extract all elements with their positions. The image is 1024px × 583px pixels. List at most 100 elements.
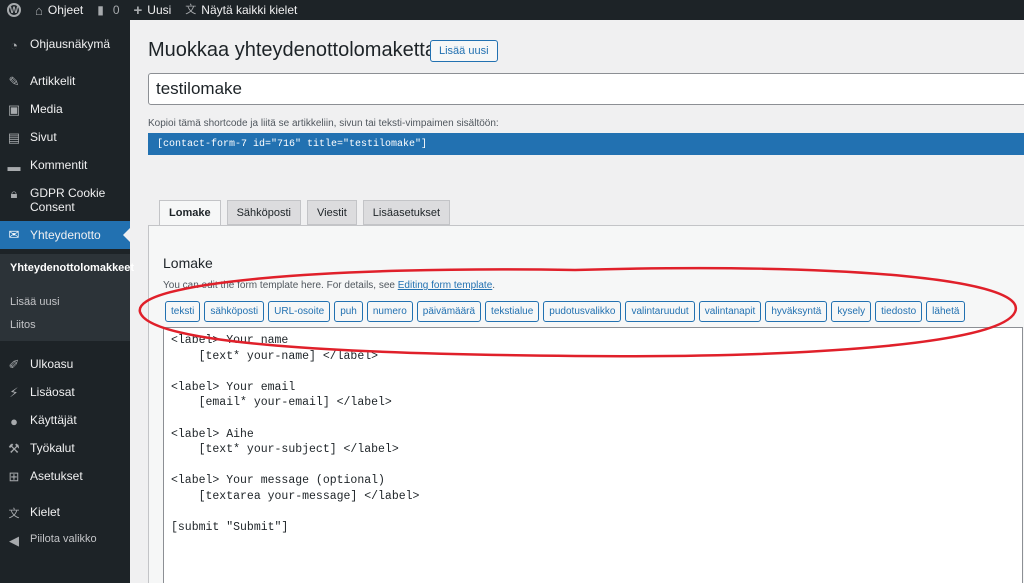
tab-additional-settings[interactable]: Lisäasetukset bbox=[362, 200, 451, 225]
sidebar-item-comments[interactable]: ▬ Kommentit bbox=[0, 158, 130, 174]
translate-icon: 文 bbox=[8, 508, 20, 520]
tag-button-number[interactable]: numero bbox=[366, 301, 413, 322]
tag-button-date[interactable]: päivämäärä bbox=[416, 301, 482, 322]
shortcode-description: Kopioi tämä shortcode ja liitä se artikk… bbox=[148, 118, 499, 129]
sidebar-item-tools[interactable]: ⚒︎ Työkalut bbox=[0, 441, 130, 457]
panel-description-end: . bbox=[492, 280, 496, 291]
template-line: <label> Your email bbox=[171, 380, 296, 394]
pin-icon: ✎ bbox=[8, 74, 20, 89]
main-content: Muokkaa yhteydenottolomaketta Lisää uusi… bbox=[130, 20, 1024, 583]
home-icon: ⌂ bbox=[35, 2, 43, 18]
sidebar-item-languages[interactable]: 文 Kielet bbox=[0, 505, 130, 521]
sidebar-item-dashboard[interactable]: ◔ Ohjausnäkymä bbox=[0, 37, 130, 53]
template-line: [text* your-name] </label> bbox=[171, 349, 379, 363]
comment-icon: ▬ bbox=[7, 158, 21, 174]
contact-submenu: Yhteydenottolomakkeet Lisää uusi Liitos bbox=[0, 254, 134, 341]
wordpress-logo-icon: W bbox=[7, 3, 21, 17]
sidebar-item-users[interactable]: ● Käyttäjät bbox=[0, 413, 130, 429]
tag-button-textarea[interactable]: tekstialue bbox=[485, 301, 540, 322]
sidebar-item-label: Piilota valikko bbox=[30, 533, 97, 545]
editing-form-template-link[interactable]: Editing form template bbox=[398, 280, 493, 291]
tag-button-checkboxes[interactable]: valintaruudut bbox=[625, 301, 695, 322]
form-panel: Lomake You can edit the form template he… bbox=[148, 225, 1024, 583]
collapse-icon: ◀ bbox=[9, 533, 19, 548]
tag-button-tel[interactable]: puh bbox=[334, 301, 363, 322]
plus-icon: + bbox=[133, 1, 143, 19]
tag-button-dropdown[interactable]: pudotusvalikko bbox=[543, 301, 622, 322]
new-content-link[interactable]: + Uusi bbox=[127, 0, 179, 20]
tag-button-email[interactable]: sähköposti bbox=[204, 301, 265, 322]
sidebar-item-label: Artikkelit bbox=[30, 74, 76, 88]
form-title-input[interactable]: testilomake bbox=[148, 73, 1024, 105]
template-line: [text* your-subject] </label> bbox=[171, 443, 399, 457]
sidebar-item-posts[interactable]: ✎ Artikkelit bbox=[0, 74, 130, 90]
show-all-languages-label: Näytä kaikki kielet bbox=[201, 3, 298, 17]
site-name-link[interactable]: ⌂ Ohjeet bbox=[28, 0, 90, 20]
show-all-languages-link[interactable]: 文 Näytä kaikki kielet bbox=[178, 0, 304, 20]
template-line: [textarea your-message] </label> bbox=[171, 489, 420, 503]
tag-button-quiz[interactable]: kysely bbox=[831, 301, 872, 322]
sidebar-item-label: Ohjausnäkymä bbox=[30, 37, 111, 51]
template-line: <label> Your name bbox=[171, 334, 289, 347]
sidebar-item-label: Media bbox=[30, 102, 63, 116]
template-line bbox=[171, 411, 1015, 427]
user-icon: ● bbox=[10, 413, 18, 429]
shortcode-field[interactable]: [contact-form-7 id="716" title="testilom… bbox=[148, 133, 1024, 155]
add-new-button[interactable]: Lisää uusi bbox=[430, 40, 498, 62]
comments-count: 0 bbox=[112, 3, 120, 17]
sidebar-item-settings[interactable]: ⊞ Asetukset bbox=[0, 469, 130, 485]
sidebar-item-label: Asetukset bbox=[30, 469, 83, 483]
template-line: <label> Your message (optional) bbox=[171, 474, 385, 488]
tag-button-file[interactable]: tiedosto bbox=[875, 301, 923, 322]
sidebar-item-plugins[interactable]: ⚡︎ Lisäosat bbox=[0, 385, 130, 401]
panel-description: You can edit the form template here. For… bbox=[163, 280, 495, 291]
editor-tabs: Lomake Sähköposti Viestit Lisäasetukset bbox=[159, 200, 451, 226]
sidebar-item-gdpr[interactable]: 🔒︎ GDPR Cookie Consent bbox=[0, 186, 130, 214]
sidebar-item-appearance[interactable]: ✐ Ulkoasu bbox=[0, 357, 130, 373]
template-line bbox=[171, 458, 1015, 474]
template-line: <label> Aihe bbox=[171, 427, 254, 441]
tab-form[interactable]: Lomake bbox=[159, 200, 221, 226]
form-template-editor[interactable]: <label> Your name [text* your-name] </la… bbox=[163, 327, 1023, 583]
submenu-item-add-new[interactable]: Lisää uusi bbox=[10, 296, 60, 308]
media-icon: ▣ bbox=[7, 102, 21, 117]
template-line: [submit "Submit"] bbox=[171, 521, 289, 535]
tab-messages[interactable]: Viestit bbox=[307, 200, 357, 225]
comments-link[interactable]: ▮ 0 bbox=[90, 0, 126, 20]
wrench-icon: ⚒︎ bbox=[8, 441, 20, 456]
mail-icon: ✉ bbox=[8, 227, 20, 242]
tab-mail[interactable]: Sähköposti bbox=[226, 200, 302, 225]
admin-bar: W ⌂ Ohjeet ▮ 0 + Uusi 文 Näytä kaikki kie… bbox=[0, 0, 1024, 20]
tag-button-submit[interactable]: lähetä bbox=[926, 301, 966, 322]
sidebar-item-label: Kielet bbox=[30, 505, 61, 519]
submenu-item-contact-forms[interactable]: Yhteydenottolomakkeet bbox=[10, 261, 134, 275]
tag-button-acceptance[interactable]: hyväksyntä bbox=[765, 301, 828, 322]
sidebar-collapse-menu[interactable]: ◀ Piilota valikko bbox=[0, 533, 130, 549]
pages-icon: ▤ bbox=[7, 130, 21, 145]
template-line: [email* your-email] </label> bbox=[171, 396, 392, 410]
sidebar-item-label: GDPR Cookie Consent bbox=[30, 186, 106, 214]
sidebar-item-label: Sivut bbox=[30, 130, 57, 144]
sidebar-item-label: Työkalut bbox=[30, 441, 75, 455]
tag-button-radio[interactable]: valintanapit bbox=[698, 301, 762, 322]
brush-icon: ✐ bbox=[8, 357, 20, 372]
sidebar-item-contact[interactable]: ✉ Yhteydenotto bbox=[0, 221, 130, 249]
sidebar-item-pages[interactable]: ▤ Sivut bbox=[0, 130, 130, 146]
sidebar-item-label: Lisäosat bbox=[30, 385, 75, 399]
plugin-icon: ⚡︎ bbox=[9, 385, 19, 400]
wordpress-logo-button[interactable]: W bbox=[0, 0, 28, 20]
sidebar-item-label: Käyttäjät bbox=[30, 413, 77, 427]
sidebar-item-media[interactable]: ▣ Media bbox=[0, 102, 130, 118]
tag-button-text[interactable]: teksti bbox=[165, 301, 201, 322]
site-name-label: Ohjeet bbox=[47, 3, 84, 17]
dashboard-icon: ◔ bbox=[10, 37, 18, 53]
template-line bbox=[171, 505, 1015, 521]
tag-button-url[interactable]: URL-osoite bbox=[268, 301, 331, 322]
submenu-item-integration[interactable]: Liitos bbox=[10, 319, 36, 331]
comment-bubble-icon: ▮ bbox=[97, 3, 104, 17]
admin-sidebar: ◔ Ohjausnäkymä ✎ Artikkelit ▣ Media ▤ Si… bbox=[0, 20, 134, 583]
sidebar-item-label: Kommentit bbox=[30, 158, 88, 172]
new-content-label: Uusi bbox=[147, 3, 172, 17]
translate-icon: 文 bbox=[185, 3, 197, 16]
lock-icon: 🔒︎ bbox=[10, 186, 18, 201]
